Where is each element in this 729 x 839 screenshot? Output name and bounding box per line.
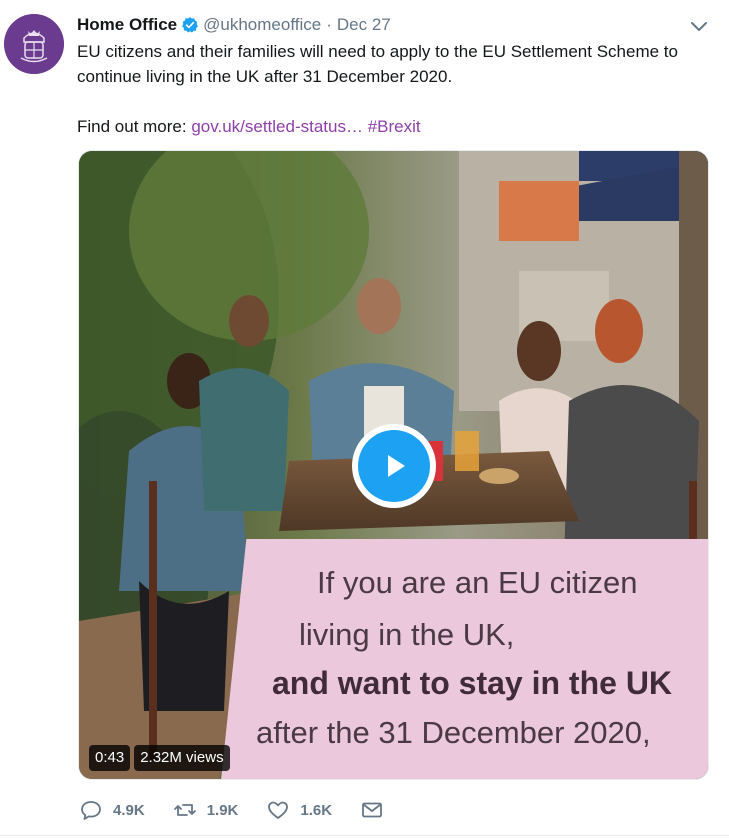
separator-dot: · <box>326 15 332 34</box>
brexit-hashtag[interactable]: #Brexit <box>368 117 421 136</box>
tweet-date[interactable]: Dec 27 <box>337 15 391 35</box>
like-button[interactable]: 1.6K <box>266 798 332 822</box>
author-name[interactable]: Home Office <box>77 15 177 35</box>
play-button[interactable] <box>352 424 436 508</box>
envelope-icon <box>362 802 382 818</box>
video-player[interactable]: If you are an EU citizen living in the U… <box>78 150 709 780</box>
retweet-count: 1.9K <box>206 801 239 819</box>
tweet-text: EU citizens and their families will need… <box>77 39 717 139</box>
tweet-header: Home Office @ukhomeoffice · Dec 27 <box>77 14 391 36</box>
video-duration: 0:43 <box>89 745 131 771</box>
caption-line: after the 31 December 2020, <box>256 715 651 750</box>
tweet-text-line: continue living in the UK after 31 Decem… <box>77 67 453 86</box>
caption-line: living in the UK, <box>299 617 515 652</box>
find-more-line: Find out more: gov.uk/settled-status… #B… <box>77 114 717 139</box>
retweet-button[interactable]: 1.9K <box>173 798 239 822</box>
retweet-icon <box>173 804 196 816</box>
view-count: 2.32M views <box>134 745 230 771</box>
reply-button[interactable]: 4.9K <box>79 798 145 822</box>
tweet[interactable]: Home Office @ukhomeoffice · Dec 27 EU ci… <box>0 0 729 839</box>
author-handle[interactable]: @ukhomeoffice <box>203 15 321 35</box>
verified-badge-icon <box>182 17 199 33</box>
crest-logo-icon <box>4 14 64 74</box>
avatar[interactable] <box>4 14 64 74</box>
settled-status-link[interactable]: gov.uk/settled-status… <box>191 117 363 136</box>
play-icon <box>388 455 405 477</box>
caption-line: If you are an EU citizen <box>317 565 638 600</box>
reply-icon <box>81 801 101 820</box>
direct-message-button[interactable] <box>360 798 394 822</box>
like-count: 1.6K <box>300 801 333 819</box>
divider <box>0 835 729 836</box>
tweet-actions: 4.9K 1.9K 1.6K <box>79 797 422 823</box>
video-badges: 0:43 2.32M views <box>89 745 230 771</box>
caption-line-bold: and want to stay in the UK <box>272 665 673 701</box>
play-button-circle <box>358 430 430 502</box>
tweet-text-line: EU citizens and their families will need… <box>77 42 678 61</box>
heart-icon <box>268 801 289 819</box>
find-more-label: Find out more: <box>77 117 192 136</box>
reply-count: 4.9K <box>113 801 145 819</box>
chevron-down-icon[interactable] <box>689 16 709 36</box>
